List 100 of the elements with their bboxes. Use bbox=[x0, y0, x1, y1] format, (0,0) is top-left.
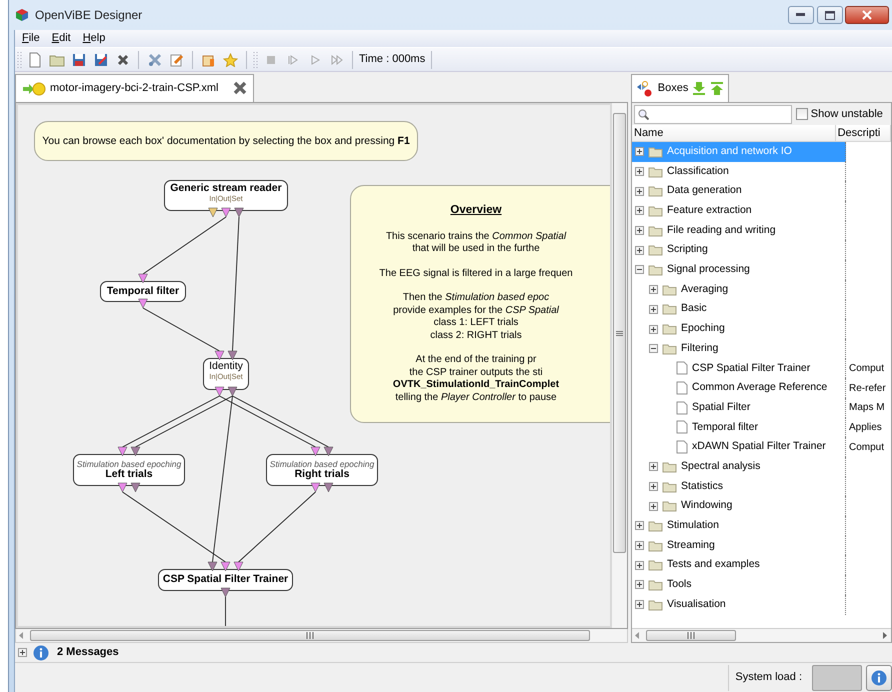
tree-item[interactable]: Tests and examples bbox=[632, 555, 846, 576]
pencil-icon[interactable] bbox=[170, 52, 184, 66]
expand-icon[interactable] bbox=[18, 648, 27, 657]
tree-item[interactable]: Basic bbox=[632, 300, 846, 320]
tree-item[interactable]: Signal processing bbox=[632, 260, 846, 280]
tree-item[interactable]: Visualisation bbox=[632, 594, 846, 614]
expand-icon[interactable] bbox=[635, 521, 644, 530]
toolbar-grip-icon[interactable] bbox=[253, 50, 258, 68]
box-title: Temporal filter bbox=[106, 286, 180, 298]
scroll-left-icon[interactable] bbox=[635, 632, 640, 639]
tree-item[interactable]: File reading and writing bbox=[632, 220, 846, 240]
tree-item[interactable]: Scripting bbox=[632, 240, 846, 260]
tree-label: CSP Spatial Filter Trainer bbox=[692, 360, 810, 376]
document-icon bbox=[676, 440, 688, 454]
tree-item[interactable]: Common Average Reference bbox=[632, 378, 846, 398]
close-tab-icon[interactable] bbox=[232, 81, 246, 96]
box-title: Identity bbox=[209, 361, 243, 373]
description-text: Comput bbox=[848, 440, 884, 455]
folder-icon bbox=[662, 460, 677, 473]
tree-item[interactable]: Windowing bbox=[632, 496, 846, 516]
tree-item[interactable]: Stimulation bbox=[632, 516, 846, 536]
maximize-icon bbox=[824, 10, 834, 20]
toolbar-grip-icon[interactable] bbox=[17, 50, 22, 68]
box-title: Right trials bbox=[294, 468, 350, 480]
messages-label[interactable]: 2 Messages bbox=[55, 644, 119, 661]
tree-item[interactable]: Temporal filter bbox=[632, 418, 846, 438]
comment-text: At the end of the training pr bbox=[416, 354, 536, 366]
scenario-canvas[interactable] bbox=[16, 103, 612, 628]
menu-item[interactable]: File bbox=[17, 30, 45, 47]
close-button[interactable] bbox=[845, 6, 890, 24]
scrollbar-thumb[interactable] bbox=[30, 630, 590, 641]
tree-item[interactable]: Spatial Filter bbox=[632, 398, 846, 418]
expand-icon[interactable] bbox=[635, 206, 644, 216]
tree-item[interactable]: xDAWN Spatial Filter Trainer bbox=[632, 437, 846, 457]
checkbox[interactable] bbox=[796, 108, 808, 120]
menu-item[interactable]: Edit bbox=[46, 30, 76, 47]
tree-item[interactable]: Epoching bbox=[632, 319, 846, 339]
expand-icon[interactable] bbox=[635, 580, 644, 590]
tab-title: Boxes bbox=[658, 81, 688, 96]
folder-icon bbox=[662, 500, 677, 512]
expand-icon[interactable] bbox=[635, 147, 644, 156]
tree-label: Windowing bbox=[681, 498, 732, 514]
expand-icon[interactable] bbox=[649, 304, 658, 314]
search-field[interactable] bbox=[634, 104, 792, 124]
comment-note[interactable]: You can browse each box' documentation by selecting the box and pressing F1 bbox=[34, 121, 418, 161]
collapse-icon[interactable] bbox=[635, 265, 644, 274]
scenario-box[interactable]: Temporal filter bbox=[100, 281, 186, 302]
scroll-right-icon[interactable] bbox=[883, 632, 888, 639]
tree-item[interactable]: Feature extraction bbox=[632, 201, 846, 221]
folder-icon bbox=[648, 264, 663, 276]
tree-item[interactable]: Spectral analysis bbox=[632, 457, 846, 477]
save-icon[interactable] bbox=[72, 52, 86, 66]
scenario-box[interactable]: CSP Spatial Filter Trainer bbox=[158, 569, 293, 591]
open-folder-icon[interactable] bbox=[48, 52, 64, 66]
expand-icon[interactable] bbox=[649, 502, 658, 511]
expand-icon[interactable] bbox=[635, 560, 644, 570]
folder-icon bbox=[662, 480, 677, 493]
expand-icon[interactable] bbox=[635, 246, 644, 255]
scrollbar-thumb[interactable] bbox=[646, 630, 736, 641]
minimize-button[interactable] bbox=[788, 6, 814, 24]
tree-label: Acquisition and network IO bbox=[667, 144, 792, 159]
expand-icon[interactable] bbox=[649, 324, 658, 334]
tree-item[interactable]: Classification bbox=[632, 162, 846, 182]
tree-item[interactable]: Tools bbox=[632, 575, 846, 595]
comment-note[interactable] bbox=[350, 185, 610, 423]
expand-icon[interactable] bbox=[649, 482, 658, 492]
expand-icon[interactable] bbox=[635, 600, 644, 610]
tree-item[interactable]: CSP Spatial Filter Trainer bbox=[632, 358, 846, 378]
scenario-box[interactable]: Stimulation based epoching Left trials bbox=[73, 454, 185, 486]
window-title: OpenViBE Designer bbox=[35, 7, 142, 24]
tree-item[interactable]: Data generation bbox=[632, 181, 846, 202]
document-icon bbox=[676, 381, 688, 396]
collapse-icon[interactable] bbox=[649, 344, 658, 354]
scenario-tab[interactable]: motor-imagery-bci-2-train-CSP.xml bbox=[15, 74, 254, 102]
comment-text: class 2: RIGHT trials bbox=[430, 330, 522, 342]
comment-text: The EEG signal is filtered in a large frequen bbox=[379, 268, 573, 280]
save-as-icon[interactable] bbox=[94, 52, 108, 66]
tree-item[interactable]: Statistics bbox=[632, 476, 846, 496]
description-text: Maps M bbox=[848, 401, 885, 416]
expand-icon[interactable] bbox=[649, 462, 658, 472]
scenario-box[interactable]: Stimulation based epoching Right trials bbox=[266, 454, 378, 486]
star-icon[interactable] bbox=[223, 52, 238, 66]
menu-item[interactable]: Help bbox=[78, 30, 110, 47]
scrollbar-thumb[interactable] bbox=[613, 113, 626, 553]
info-button[interactable] bbox=[866, 664, 892, 690]
tree-item[interactable]: Filtering bbox=[632, 338, 846, 359]
tools-icon[interactable] bbox=[148, 52, 162, 66]
column-header[interactable]: Descripti bbox=[836, 125, 891, 141]
expand-icon[interactable] bbox=[635, 226, 644, 236]
column-header[interactable]: Name bbox=[632, 125, 836, 141]
scroll-left-icon[interactable] bbox=[19, 632, 24, 639]
expand-icon[interactable] bbox=[635, 167, 644, 176]
expand-icon[interactable] bbox=[649, 285, 658, 294]
expand-icon[interactable] bbox=[635, 186, 644, 196]
expand-icon[interactable] bbox=[635, 541, 644, 550]
tree-item[interactable]: Streaming bbox=[632, 536, 846, 556]
tree-item[interactable]: Averaging bbox=[632, 280, 846, 300]
new-file-icon[interactable] bbox=[28, 52, 42, 68]
maximize-button[interactable] bbox=[816, 6, 842, 24]
close-scenario-icon[interactable] bbox=[116, 54, 128, 66]
